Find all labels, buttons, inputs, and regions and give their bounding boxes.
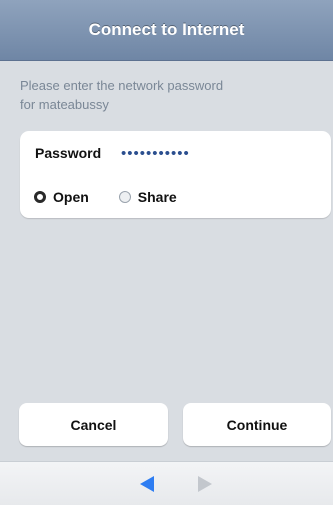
share-options: Open Share — [20, 175, 331, 218]
password-label: Password — [35, 145, 102, 161]
password-field[interactable]: Password ••••••••••• — [20, 131, 331, 175]
radio-share-label: Share — [137, 188, 177, 205]
cancel-button[interactable]: Cancel — [19, 403, 168, 446]
continue-button[interactable]: Continue — [183, 403, 331, 446]
radio-selected-icon — [34, 190, 46, 203]
back-arrow-icon[interactable] — [140, 476, 154, 492]
radio-unselected-icon — [118, 190, 131, 203]
prompt-line-1: Please enter the network password — [20, 78, 224, 93]
title-bar: Connect to Internet — [0, 0, 333, 61]
radio-share[interactable]: Share — [118, 188, 177, 205]
bottom-toolbar — [0, 461, 333, 505]
password-prompt: Please enter the network password for ma… — [20, 76, 310, 114]
forward-arrow-icon — [198, 476, 212, 492]
password-input[interactable]: ••••••••••• — [121, 145, 190, 162]
page-title: Connect to Internet — [88, 20, 245, 39]
password-card: Password ••••••••••• Open Share — [20, 131, 331, 218]
radio-open-label: Open — [53, 188, 89, 205]
prompt-line-2: for mateabussy — [20, 97, 109, 112]
radio-open[interactable]: Open — [34, 189, 89, 205]
